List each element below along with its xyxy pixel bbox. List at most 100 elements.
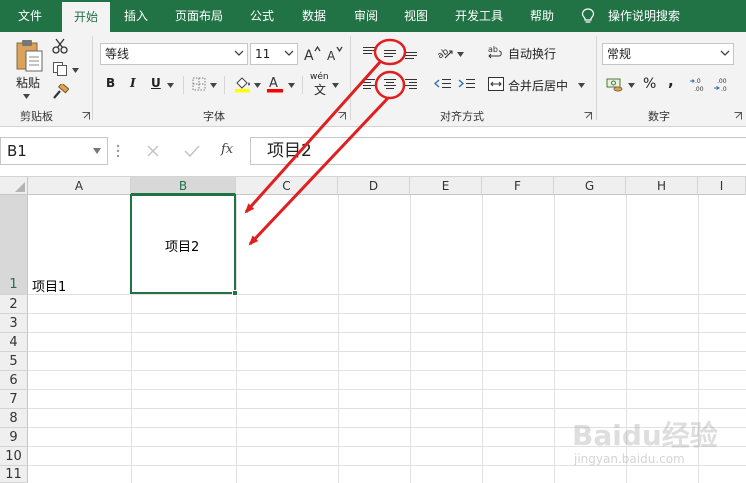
font-size-combo[interactable]: 11 [250,43,298,65]
chevron-down-icon[interactable] [284,48,294,58]
border-dropdown-icon[interactable] [210,83,217,88]
copy-icon[interactable] [52,61,68,77]
row-header[interactable]: 10 [0,447,28,466]
column-header[interactable]: I [698,177,746,195]
enter-icon[interactable] [184,144,200,158]
tab-help[interactable]: 帮助 [522,0,562,32]
paste-label[interactable]: 粘贴 [16,74,40,91]
tell-me-search[interactable]: 操作说明搜索 [604,0,684,32]
orientation-dropdown-icon[interactable] [457,52,464,57]
increase-decimal-icon[interactable]: .0 .00 [690,76,708,92]
clipboard-launcher-icon[interactable] [82,112,90,120]
increase-indent-icon[interactable] [458,77,476,91]
row-header[interactable]: 11 [0,466,28,483]
tab-data[interactable]: 数据 [294,0,334,32]
phonetic-dropdown-icon[interactable] [332,83,339,88]
tab-review[interactable]: 审阅 [346,0,386,32]
name-box[interactable]: B1 [0,137,108,165]
column-header[interactable]: F [482,177,554,195]
tab-file[interactable]: 文件 [8,0,52,32]
fill-color-icon[interactable] [234,75,252,93]
tab-home[interactable]: 开始 [62,2,110,32]
gridline [28,313,746,314]
column-header[interactable]: C [236,177,338,195]
bold-button[interactable]: B [106,76,115,90]
tab-developer[interactable]: 开发工具 [448,0,510,32]
border-icon[interactable] [192,77,206,91]
name-box-dropdown-icon[interactable] [93,148,101,154]
formula-bar-grip-icon[interactable] [116,144,120,158]
alignment-launcher-icon[interactable] [584,112,592,120]
row-header[interactable]: 6 [0,371,28,390]
clipboard-group-label: 剪贴板 [20,110,53,123]
tab-formulas[interactable]: 公式 [242,0,282,32]
column-header[interactable]: G [554,177,626,195]
bottom-align-icon[interactable] [404,46,418,60]
tab-insert[interactable]: 插入 [116,0,156,32]
decrease-font-size-icon[interactable]: A [325,45,343,63]
wrap-text-label[interactable]: 自动换行 [508,45,556,62]
chevron-down-icon[interactable] [720,48,730,58]
row-header[interactable]: 7 [0,390,28,409]
insert-function-button[interactable]: fx [221,142,233,157]
row-header[interactable]: 9 [0,428,28,447]
row-header-selected[interactable]: 1 [0,195,28,295]
merge-center-label[interactable]: 合并后居中 [508,77,568,94]
underline-dropdown-icon[interactable] [167,83,174,88]
column-header[interactable]: D [338,177,410,195]
align-right-icon[interactable] [404,77,418,91]
fill-handle[interactable] [232,290,238,296]
top-align-icon[interactable] [362,46,376,60]
row-header[interactable]: 8 [0,409,28,428]
formula-input[interactable]: 项目2 [250,137,746,165]
merge-dropdown-icon[interactable] [578,83,585,88]
column-header[interactable]: A [28,177,131,195]
select-all-corner[interactable] [0,177,28,195]
font-launcher-icon[interactable] [338,112,346,120]
alignment-group-label: 对齐方式 [440,110,484,123]
number-group-label: 数字 [648,110,670,123]
accounting-dropdown-icon[interactable] [628,83,635,88]
paste-icon[interactable] [14,38,44,74]
align-left-icon[interactable] [362,77,376,91]
column-header[interactable]: H [626,177,698,195]
align-center-icon[interactable] [383,77,397,91]
italic-button[interactable]: I [130,76,136,90]
column-header[interactable]: E [410,177,482,195]
row-header[interactable]: 4 [0,333,28,352]
number-format-combo[interactable]: 常规 [602,43,734,65]
underline-button[interactable]: U [151,76,161,90]
row-header[interactable]: 5 [0,352,28,371]
merge-center-icon[interactable] [488,77,504,91]
increase-font-size-icon[interactable]: A [303,45,321,63]
wrap-text-icon[interactable]: ab [488,44,504,60]
gridline [554,195,555,483]
font-color-icon[interactable]: A [266,74,284,94]
comma-style-button[interactable]: , [668,72,674,90]
copy-dropdown-icon[interactable] [72,68,79,73]
row-header[interactable]: 3 [0,314,28,333]
column-header-selected[interactable]: B [131,177,236,195]
paste-dropdown-icon[interactable] [23,94,30,99]
fill-color-dropdown-icon[interactable] [254,83,261,88]
cancel-icon[interactable] [146,144,160,158]
accounting-format-icon[interactable] [606,76,624,92]
decrease-indent-icon[interactable] [434,77,452,91]
select-all-icon[interactable] [15,182,25,192]
cut-icon[interactable] [52,38,68,54]
phonetic-guide-bottom[interactable]: 文 [314,81,326,98]
number-launcher-icon[interactable] [734,112,742,120]
font-name-combo[interactable]: 等线 [100,43,248,65]
tab-view[interactable]: 视图 [396,0,436,32]
font-color-dropdown-icon[interactable] [288,83,295,88]
row-header[interactable]: 2 [0,295,28,314]
cell-a1[interactable]: 项目1 [32,276,66,295]
middle-align-icon[interactable] [383,46,397,60]
percent-style-button[interactable]: % [643,76,656,92]
tab-page-layout[interactable]: 页面布局 [168,0,230,32]
orientation-icon[interactable]: ab [436,44,454,62]
decrease-decimal-icon[interactable]: .00 .0 [714,76,732,92]
watermark-url: jingyan.baidu.com [574,452,685,466]
format-painter-icon[interactable] [52,84,69,100]
chevron-down-icon[interactable] [234,48,244,58]
